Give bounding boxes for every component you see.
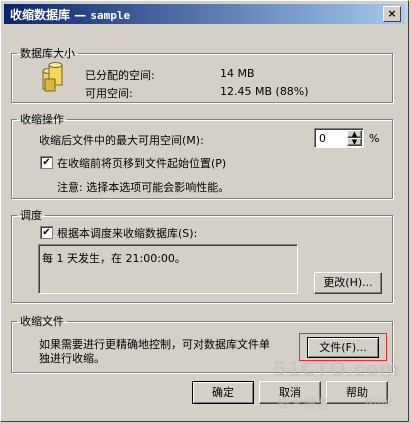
move-pages-label[interactable]: 在收缩前将页移到文件起始位置(P)	[57, 155, 226, 171]
watermark-site: 51CTO.com	[273, 357, 400, 381]
max-free-space-label: 收缩后文件中的最大可用空间(M):	[39, 134, 204, 147]
watermark-suffix: Blog	[365, 395, 393, 408]
watermark-blog: 技术博客	[277, 397, 330, 412]
allocated-space-label: 已分配的空间:	[85, 69, 155, 82]
title-bar[interactable]: 收缩数据库 — sample ×	[4, 4, 405, 24]
schedule-legend: 调度	[20, 209, 42, 222]
title-prefix: 收缩数据库 —	[10, 8, 91, 22]
schedule-description-box: 每 1 天发生，在 21:00:00。	[38, 244, 298, 294]
spinner-up-button[interactable]: ▲	[347, 130, 362, 138]
arrow-up-icon: ▲	[351, 130, 358, 138]
schedule-label[interactable]: 根据本调度来收缩数据库(S):	[57, 225, 197, 241]
schedule-description: 每 1 天发生，在 21:00:00。	[42, 252, 186, 265]
title-database-name: sample	[90, 9, 131, 22]
schedule-checkbox[interactable]: ✔	[40, 226, 53, 239]
move-pages-checkbox[interactable]: ✔	[40, 156, 53, 169]
window-title: 收缩数据库 — sample	[10, 6, 130, 23]
allocated-space-value: 14 MB	[220, 67, 255, 80]
max-free-space-spinner[interactable]: 0 ▲ ▼	[314, 128, 364, 148]
shrink-file-legend: 收缩文件	[20, 315, 64, 328]
available-space-label: 可用空间:	[85, 87, 133, 100]
spinner-down-button[interactable]: ▼	[347, 138, 362, 146]
checkmark-icon: ✔	[42, 227, 51, 238]
database-size-legend: 数据库大小	[20, 47, 75, 60]
max-free-space-value: 0	[319, 132, 326, 145]
shrink-operations-legend: 收缩操作	[20, 113, 64, 126]
change-schedule-button[interactable]: 更改(H)...	[314, 272, 382, 294]
arrow-down-icon: ▼	[351, 138, 358, 146]
database-size-group: 数据库大小	[11, 45, 393, 103]
close-button[interactable]: ×	[383, 6, 401, 22]
ok-button[interactable]: 确定	[192, 381, 254, 404]
performance-note: 注意: 选择本选项可能会影响性能。	[57, 181, 230, 194]
files-button[interactable]: 文件(F)...	[307, 337, 379, 358]
close-icon: ×	[387, 7, 397, 20]
percent-label: %	[369, 132, 380, 145]
shrink-file-description-line2: 独进行收缩。	[39, 352, 105, 365]
database-icon	[41, 61, 67, 96]
checkmark-icon: ✔	[42, 157, 51, 168]
shrink-database-dialog: 收缩数据库 — sample × 数据库大小 已分配的空间: 14 MB 可用空…	[0, 0, 409, 422]
available-space-value: 12.45 MB (88%)	[220, 85, 309, 98]
